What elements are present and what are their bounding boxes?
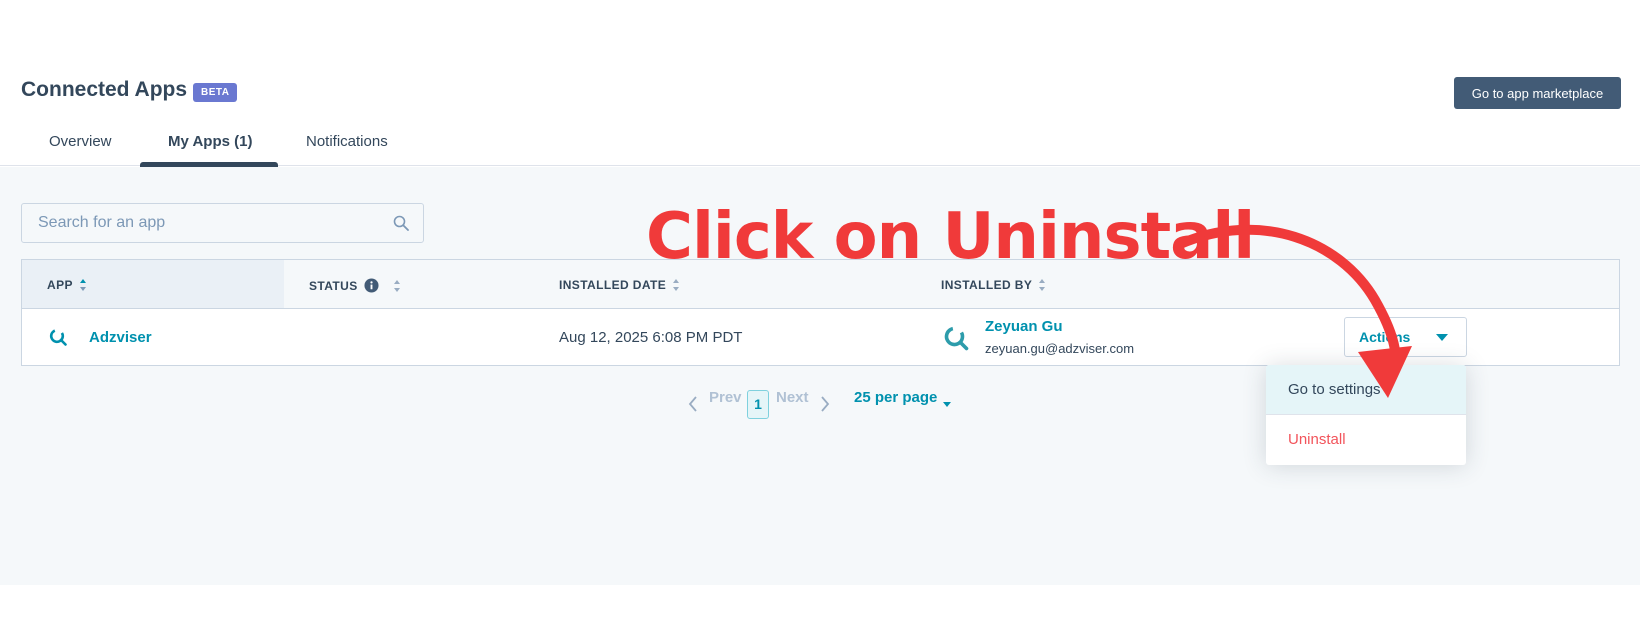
search-input[interactable] bbox=[22, 204, 382, 242]
menu-item-go-to-settings[interactable]: Go to settings bbox=[1266, 365, 1466, 415]
table-row: Adzviser Aug 12, 2025 6:08 PM PDT Zeyuan… bbox=[22, 309, 1619, 365]
search-box[interactable] bbox=[21, 203, 424, 243]
chevron-right-icon[interactable] bbox=[820, 396, 830, 412]
info-icon[interactable] bbox=[364, 278, 379, 293]
beta-badge: BETA bbox=[193, 83, 238, 102]
column-header-app[interactable]: APP bbox=[47, 278, 87, 292]
installer-avatar-icon bbox=[944, 326, 969, 351]
adzviser-logo-icon bbox=[49, 328, 67, 346]
prev-page-button[interactable]: Prev bbox=[709, 389, 742, 406]
installed-date: Aug 12, 2025 6:08 PM PDT bbox=[559, 329, 743, 346]
actions-dropdown-menu: Go to settings Uninstall bbox=[1266, 365, 1466, 465]
tab-notifications[interactable]: Notifications bbox=[306, 133, 388, 150]
column-header-installed-date[interactable]: INSTALLED DATE bbox=[559, 278, 680, 292]
column-header-installed-by[interactable]: INSTALLED BY bbox=[941, 278, 1046, 292]
page-title: Connected Apps bbox=[21, 78, 188, 101]
tab-my-apps[interactable]: My Apps (1) bbox=[168, 133, 252, 150]
installer-name-link[interactable]: Zeyuan Gu bbox=[985, 318, 1063, 335]
annotation-label: Click on Uninstall bbox=[646, 200, 1255, 274]
apps-table: APP STATUS INSTALLED DATE INSTALLED BY A… bbox=[21, 259, 1620, 366]
search-icon[interactable] bbox=[393, 215, 409, 231]
sort-icon[interactable] bbox=[79, 278, 87, 292]
next-page-button[interactable]: Next bbox=[776, 389, 809, 406]
sort-icon[interactable] bbox=[1038, 278, 1046, 292]
caret-down-icon[interactable] bbox=[943, 402, 951, 407]
per-page-dropdown[interactable]: 25 per page bbox=[854, 389, 937, 406]
app-name-link[interactable]: Adzviser bbox=[89, 329, 152, 346]
chevron-left-icon[interactable] bbox=[688, 396, 698, 412]
actions-button[interactable]: Actions bbox=[1344, 317, 1467, 357]
installer-email: zeyuan.gu@adzviser.com bbox=[985, 341, 1135, 356]
sort-icon[interactable] bbox=[393, 279, 401, 293]
column-header-status[interactable]: STATUS bbox=[309, 278, 401, 293]
menu-item-uninstall[interactable]: Uninstall bbox=[1266, 415, 1466, 465]
page-number-current[interactable]: 1 bbox=[747, 390, 769, 419]
tab-overview[interactable]: Overview bbox=[49, 133, 112, 150]
page-header: Connected Apps BETA Go to app marketplac… bbox=[0, 0, 1640, 167]
actions-label: Actions bbox=[1359, 329, 1411, 345]
go-to-marketplace-button[interactable]: Go to app marketplace bbox=[1454, 77, 1621, 109]
page-footer bbox=[0, 585, 1640, 640]
caret-down-icon bbox=[1436, 334, 1448, 341]
sort-icon[interactable] bbox=[672, 278, 680, 292]
